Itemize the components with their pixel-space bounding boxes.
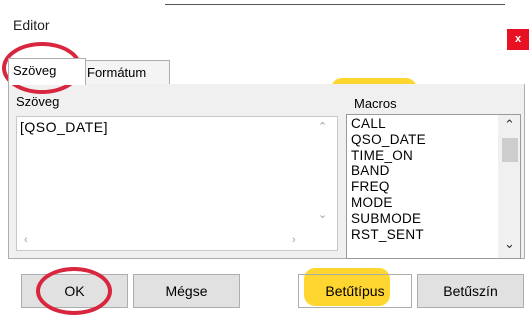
font-color-button[interactable]: Betűszín [417, 274, 524, 308]
chevron-up-icon[interactable]: ⌃ [504, 117, 515, 133]
macros-listbox[interactable]: CALL QSO_DATE TIME_ON BAND FREQ MODE SUB… [346, 114, 521, 259]
annotation-circle-ok [36, 267, 112, 315]
text-editor-content: [QSO_DATE] [20, 119, 108, 135]
font-button[interactable]: Betűtípus [298, 274, 412, 308]
list-item[interactable]: RST_SENT [351, 227, 426, 243]
list-item[interactable]: BAND [351, 163, 426, 179]
window-title: Editor [13, 17, 50, 33]
list-item[interactable]: FREQ [351, 179, 426, 195]
chevron-right-icon[interactable]: › [292, 234, 296, 246]
list-item[interactable]: CALL [351, 116, 426, 132]
list-item[interactable]: SUBMODE [351, 211, 426, 227]
chevron-down-icon[interactable]: ⌄ [318, 208, 327, 221]
close-button[interactable]: x [507, 29, 529, 50]
list-item[interactable]: TIME_ON [351, 148, 426, 164]
chevron-left-icon[interactable]: ‹ [24, 234, 28, 246]
macros-group-label: Macros [354, 96, 397, 111]
top-divider-line [165, 4, 505, 5]
list-item[interactable]: QSO_DATE [351, 132, 426, 148]
tab-formatum[interactable]: Formátum [82, 60, 170, 85]
list-item[interactable]: MODE [351, 195, 426, 211]
chevron-down-icon[interactable]: ⌄ [504, 236, 515, 252]
text-group-label: Szöveg [16, 94, 60, 109]
macros-scrollbar-thumb[interactable] [502, 138, 518, 162]
chevron-up-icon[interactable]: ⌃ [318, 120, 327, 133]
tab-szoveg[interactable]: Szöveg [8, 58, 86, 85]
cancel-button[interactable]: Mégse [133, 274, 240, 308]
text-editor-area[interactable]: [QSO_DATE] [16, 116, 338, 251]
